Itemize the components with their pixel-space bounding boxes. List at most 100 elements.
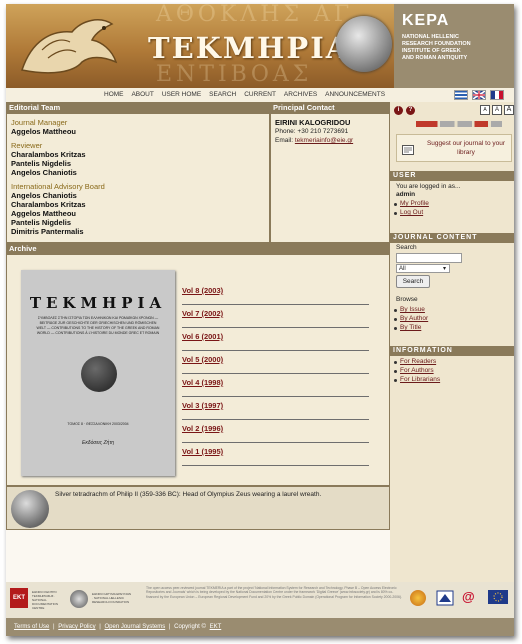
- for-librarians-link[interactable]: For Librarians: [400, 376, 440, 383]
- eu-flag-icon: [488, 590, 508, 604]
- contact-email-link[interactable]: tekmeriainfo@eie.gr: [295, 137, 353, 144]
- editorial-team-panel: Journal Manager Aggelos Mattheou Reviewe…: [6, 113, 270, 243]
- contact-email-label: Email:: [275, 137, 294, 144]
- site-title: ΤΕΚΜΗΡΙΑ: [148, 31, 351, 65]
- open-journal-systems-link[interactable]: Open Journal Systems: [105, 624, 166, 630]
- volume-link[interactable]: Vol 8 (2003): [182, 286, 223, 295]
- volume-row: Vol 1 (1995): [182, 443, 369, 466]
- griffin-emblem-icon: [21, 19, 118, 74]
- browse-by-issue-link[interactable]: By Issue: [400, 306, 425, 313]
- tetradrachm-coin-icon: [11, 490, 49, 528]
- info-icon[interactable]: i: [394, 106, 403, 115]
- eie-seal-icon: [70, 590, 88, 608]
- cover-title: ΤΕΚΜΗΡΙΑ: [29, 294, 167, 312]
- greek-flag-icon[interactable]: [454, 90, 469, 100]
- page: ΑΘΟΚΛΗΣ ΑΓ ΕΝΤΙΒΟΑΣ ΤΕΚΜΗΡΙΑ KEPA NATION…: [6, 4, 514, 636]
- bullet-icon: [394, 309, 397, 312]
- person-name: Charalambos Kritzas: [11, 150, 86, 159]
- french-flag-icon[interactable]: [490, 90, 504, 100]
- volume-link[interactable]: Vol 4 (1998): [182, 378, 223, 387]
- nav-user-home[interactable]: USER HOME: [162, 91, 201, 98]
- footer-separator: |: [168, 624, 173, 630]
- ministry-logo-icon: [436, 590, 454, 606]
- principal-contact-header: Principal Contact: [270, 102, 390, 113]
- document-icon: [402, 145, 414, 155]
- person-name: Angelos Chaniotis: [11, 191, 77, 200]
- bullet-icon: [394, 370, 397, 373]
- for-authors-link[interactable]: For Authors: [400, 367, 434, 374]
- person-name: Charalambos Kritzas: [11, 200, 86, 209]
- person-name: Dimitris Pantermalis: [11, 227, 84, 236]
- font-size-controls: A A A: [480, 105, 514, 115]
- journal-content-header: JOURNAL CONTENT: [390, 233, 514, 243]
- log-out-link[interactable]: Log Out: [400, 209, 423, 216]
- nav-archives[interactable]: ARCHIVES: [284, 91, 317, 98]
- help-icon[interactable]: ?: [406, 106, 415, 115]
- role-heading: International Advisory Board: [11, 182, 105, 191]
- ekt-link[interactable]: EKT: [210, 624, 222, 630]
- browse-by-author-link[interactable]: By Author: [400, 315, 428, 322]
- bullet-icon: [394, 203, 397, 206]
- role-heading: Reviewer: [11, 141, 43, 150]
- username: admin: [396, 191, 416, 198]
- volume-row: Vol 8 (2003): [182, 282, 369, 305]
- editorial-team-header: Editorial Team: [6, 102, 270, 113]
- person-name: Pantelis Nigdelis: [11, 218, 72, 227]
- font-size-small-button[interactable]: A: [480, 105, 490, 115]
- eie-logo-text: ΕΘΝΙΚΟ ΙΔΡΥΜΑ ΕΡΕΥΝΩΝ · NATIONAL HELLENI…: [92, 592, 131, 604]
- cover-volume: ΤΟΜΟΣ 8 · ΘΕΣΣΑΛΟΝΙΚΗ 2003/2004: [67, 422, 129, 426]
- browse-by-title-link[interactable]: By Title: [400, 324, 421, 331]
- for-readers-link[interactable]: For Readers: [400, 358, 436, 365]
- my-profile-link[interactable]: My Profile: [400, 200, 429, 207]
- bullet-icon: [394, 212, 397, 215]
- institute-line: AND ROMAN ANTIQUITY: [402, 55, 468, 61]
- font-size-large-button[interactable]: A: [503, 105, 514, 115]
- caption-strip: Silver tetradrachm of Philip II (359-336…: [6, 486, 390, 530]
- volume-link[interactable]: Vol 2 (1996): [182, 424, 223, 433]
- institute-lines: NATIONAL HELLENIC RESEARCH FOUNDATION IN…: [402, 34, 512, 62]
- information-society-icon: @: [462, 589, 475, 604]
- search-input[interactable]: [396, 253, 462, 263]
- logged-in-text: You are logged in as...: [396, 183, 461, 190]
- bullet-icon: [394, 318, 397, 321]
- footer-logos: EKT ΕΘΝΙΚΟ ΚΕΝΤΡΟ ΤΕΚΜΗΡΙΩΣΗΣ · NATIONAL…: [6, 582, 514, 618]
- volume-row: Vol 6 (2001): [182, 328, 369, 351]
- nav-about[interactable]: ABOUT: [131, 91, 153, 98]
- journal-cover-image[interactable]: ΤΕΚΜΗΡΙΑ ΣΥΜΒΟΛΕΣ ΣΤΗΝ ΙΣΤΟΡΙΑ ΤΩΝ ΕΛΛΗΝ…: [21, 270, 175, 476]
- contact-email-row: Email: tekmeriainfo@eie.gr: [275, 136, 385, 145]
- search-scope-select[interactable]: All ▾: [396, 264, 450, 273]
- institute-line: RESEARCH FOUNDATION: [402, 41, 471, 47]
- user-header: USER: [390, 171, 514, 181]
- nav-search[interactable]: SEARCH: [209, 91, 236, 98]
- footer-separator: |: [99, 624, 103, 630]
- font-size-medium-button[interactable]: A: [491, 105, 502, 115]
- volume-link[interactable]: Vol 5 (2000): [182, 355, 223, 364]
- volume-link[interactable]: Vol 7 (2002): [182, 309, 223, 318]
- privacy-policy-link[interactable]: Privacy Policy: [58, 624, 95, 630]
- terms-of-use-link[interactable]: Terms of Use: [14, 624, 49, 630]
- search-button[interactable]: Search: [396, 275, 430, 288]
- person-name: Pantelis Nigdelis: [11, 159, 72, 168]
- person-name: Aggelos Mattheou: [11, 127, 76, 136]
- nav-announcements[interactable]: ANNOUNCEMENTS: [325, 91, 385, 98]
- information-header: INFORMATION: [390, 346, 514, 356]
- site-banner: ΑΘΟΚΛΗΣ ΑΓ ΕΝΤΙΒΟΑΣ ΤΕΚΜΗΡΙΑ: [6, 4, 394, 88]
- digital-greece-icon: [410, 590, 426, 606]
- volume-link[interactable]: Vol 6 (2001): [182, 332, 223, 341]
- banner-background-lettering-lower: ΕΝΤΙΒΟΑΣ: [156, 62, 313, 87]
- suggest-box[interactable]: Suggest our journal to your library: [396, 134, 512, 162]
- nav-home[interactable]: HOME: [104, 91, 124, 98]
- uk-flag-cross-icon: [473, 91, 486, 99]
- nav-current[interactable]: CURRENT: [244, 91, 276, 98]
- volume-link[interactable]: Vol 3 (1997): [182, 401, 223, 410]
- role-heading: Journal Manager: [11, 118, 68, 127]
- volume-link[interactable]: Vol 1 (1995): [182, 447, 223, 456]
- coin-caption: Silver tetradrachm of Philip II (359-336…: [55, 491, 322, 498]
- funding-notice: The open access peer-reviewed journal TE…: [146, 586, 402, 599]
- chevron-down-icon: ▾: [442, 266, 446, 272]
- cover-publisher: Εκδόσεις Ζήτη: [82, 440, 114, 446]
- institute-line: INSTITUTE OF GREEK: [402, 48, 461, 54]
- contact-name: EIRINI KALOGRIDOU: [275, 118, 351, 127]
- contact-phone: Phone: +30 210 7273691: [275, 128, 349, 135]
- uk-flag-icon[interactable]: [472, 90, 487, 100]
